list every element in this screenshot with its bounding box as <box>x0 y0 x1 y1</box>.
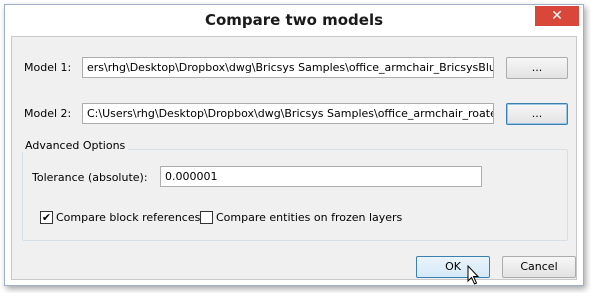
model1-browse-button[interactable]: ... <box>506 57 568 79</box>
cancel-button[interactable]: Cancel <box>502 256 576 278</box>
dialog-body: Model 1: ers\rhg\Desktop\Dropbox\dwg\Bri… <box>11 36 577 285</box>
model2-browse-button[interactable]: ... <box>506 103 568 125</box>
title-bar[interactable]: Compare two models ✕ <box>5 5 583 35</box>
model2-label: Model 2: <box>24 107 72 120</box>
compare-models-dialog: Compare two models ✕ Model 1: ers\rhg\De… <box>4 4 584 286</box>
compare-block-references-label[interactable]: Compare block references <box>56 211 200 224</box>
advanced-options-label: Advanced Options <box>22 139 129 152</box>
checkmark-icon: ✔ <box>41 211 52 224</box>
close-button[interactable]: ✕ <box>535 6 579 26</box>
tolerance-field[interactable]: 0.000001 <box>160 166 482 187</box>
close-icon: ✕ <box>551 8 563 24</box>
compare-block-references-checkbox[interactable]: ✔ <box>40 211 53 224</box>
compare-frozen-layers-label[interactable]: Compare entities on frozen layers <box>216 211 402 224</box>
compare-frozen-layers-checkbox[interactable] <box>200 211 213 224</box>
dialog-title: Compare two models <box>204 11 384 29</box>
advanced-options-group <box>22 149 568 241</box>
tolerance-label: Tolerance (absolute): <box>32 171 148 184</box>
model1-path-field[interactable]: ers\rhg\Desktop\Dropbox\dwg\Bricsys Samp… <box>82 57 494 78</box>
mouse-pointer-icon <box>467 265 480 285</box>
model1-label: Model 1: <box>24 61 72 74</box>
model2-path-field[interactable]: C:\Users\rhg\Desktop\Dropbox\dwg\Bricsys… <box>82 103 494 124</box>
